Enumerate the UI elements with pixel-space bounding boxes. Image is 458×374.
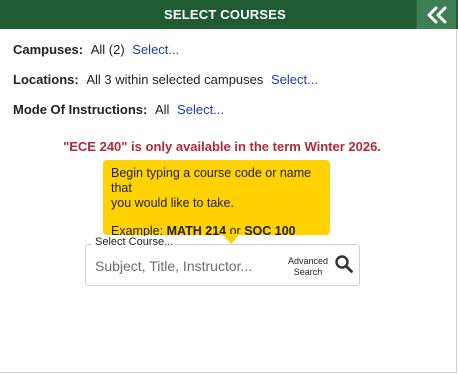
search-icon[interactable] (334, 254, 354, 274)
advanced-search-line-2: Search (293, 267, 323, 277)
tooltip-line-2: you would like to take. (111, 196, 234, 210)
campuses-value: All (2) (90, 42, 125, 57)
panel-header: SELECT COURSES (0, 0, 458, 29)
locations-label: Locations: (13, 72, 79, 87)
locations-select-link[interactable]: Select... (271, 72, 318, 87)
tooltip-arrow (222, 234, 240, 244)
campuses-row: Campuses: All (2) Select... (13, 42, 179, 57)
campuses-label: Campuses: (13, 42, 84, 57)
campuses-select-link[interactable]: Select... (132, 42, 179, 57)
advanced-search-line-1: Advanced (287, 256, 329, 266)
mode-of-instructions-label: Mode Of Instructions: (13, 102, 148, 117)
mode-of-instructions-row: Mode Of Instructions: All Select... (13, 102, 224, 117)
tooltip-line-1: Begin typing a course code or name that (111, 166, 312, 195)
search-hint-tooltip: Begin typing a course code or name that … (103, 160, 330, 238)
course-search-label: Select Course... (92, 236, 177, 248)
locations-value: All 3 within selected campuses (86, 72, 264, 87)
tooltip-example-2: SOC 100 (244, 224, 296, 238)
collapse-panel-button[interactable] (416, 0, 456, 29)
mode-of-instructions-select-link[interactable]: Select... (177, 102, 224, 117)
course-search-input[interactable] (95, 256, 277, 276)
mode-of-instructions-value: All (154, 102, 170, 117)
double-chevron-left-icon (427, 6, 446, 23)
panel-title: SELECT COURSES (164, 7, 286, 22)
term-availability-alert: "ECE 240" is only available in the term … (63, 139, 381, 154)
locations-row: Locations: All 3 within selected campuse… (13, 72, 318, 87)
advanced-search-link[interactable]: Advanced Search (284, 256, 332, 278)
